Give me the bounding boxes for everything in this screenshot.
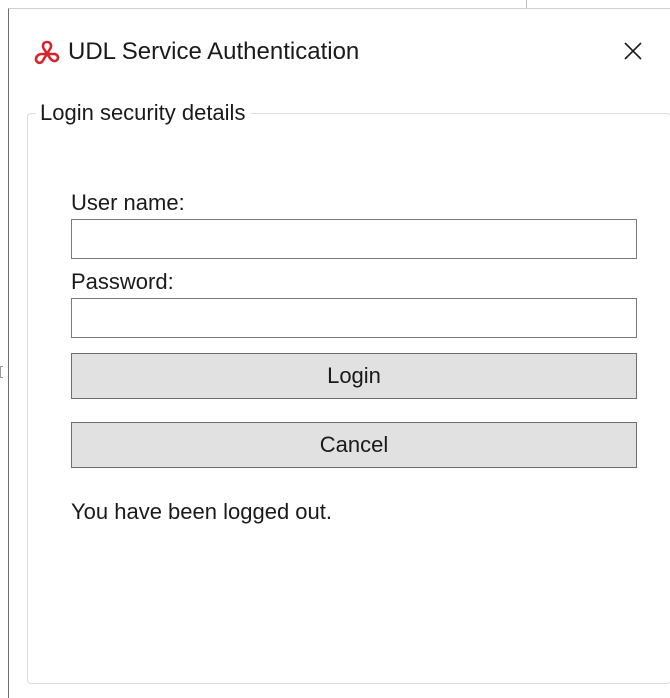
background-window-fragment <box>0 366 3 378</box>
username-label: User name: <box>71 190 185 215</box>
title-bar[interactable]: UDL Service Authentication <box>9 9 670 93</box>
auth-dialog: UDL Service Authentication Login securit… <box>8 8 670 698</box>
password-input[interactable] <box>71 298 637 338</box>
dialog-title: UDL Service Authentication <box>68 38 360 65</box>
password-label: Password: <box>71 269 174 294</box>
red-knot-logo-icon <box>34 40 60 66</box>
status-message: You have been logged out. <box>71 499 332 524</box>
login-security-group: Login security details User name: Passwo… <box>27 100 670 684</box>
cancel-button[interactable]: Cancel <box>71 422 637 468</box>
username-input[interactable] <box>71 219 637 259</box>
login-button[interactable]: Login <box>71 353 637 399</box>
close-icon <box>623 41 643 66</box>
close-button[interactable] <box>615 35 651 71</box>
screen: UDL Service Authentication Login securit… <box>0 0 670 698</box>
group-legend: Login security details <box>40 100 246 125</box>
